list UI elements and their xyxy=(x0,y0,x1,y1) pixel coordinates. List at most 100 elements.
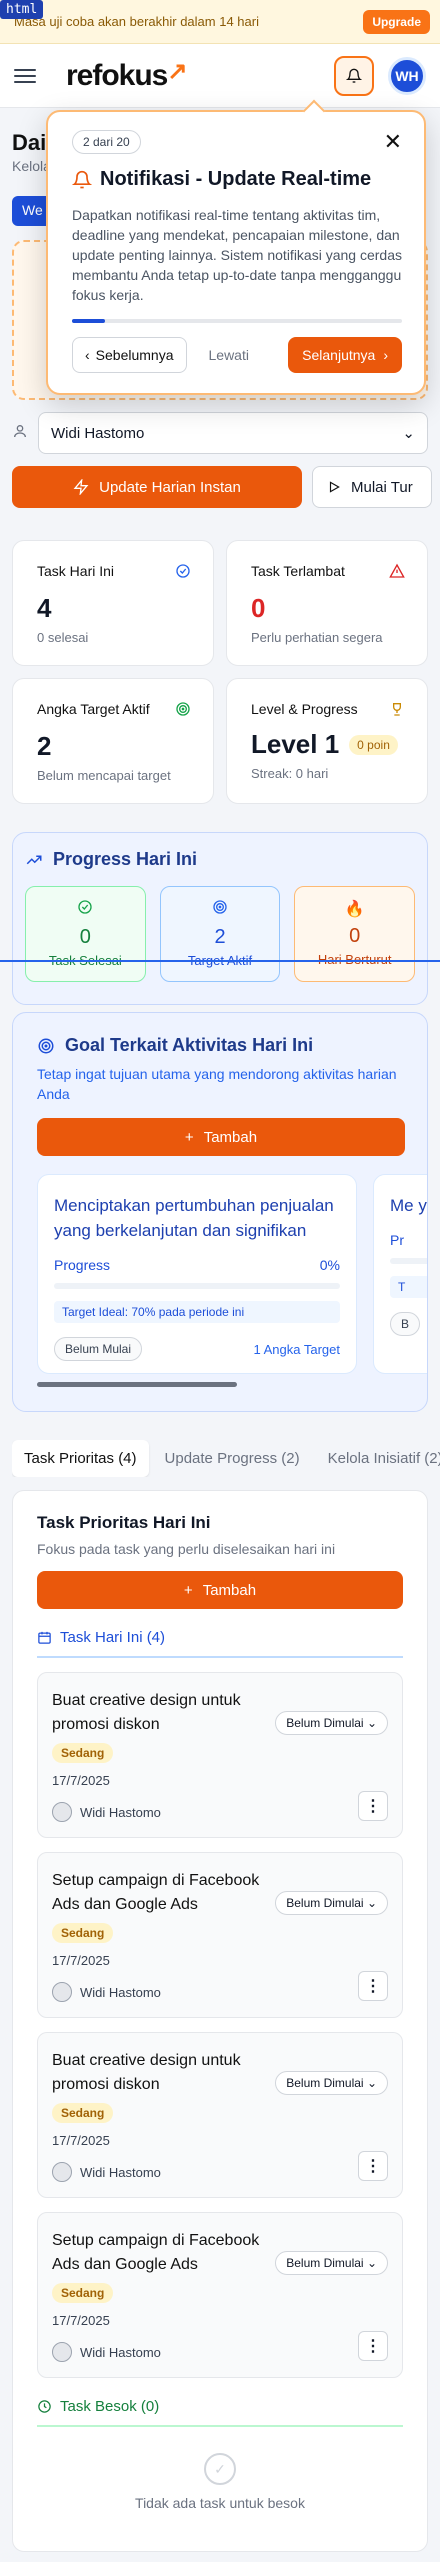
tomorrow-tasks-header: Task Besok (0) xyxy=(37,2398,403,2427)
target-icon xyxy=(38,1038,54,1053)
check-circle-icon xyxy=(175,563,191,584)
tour-popover: 2 dari 20 ✕ Notifikasi - Update Real-tim… xyxy=(46,99,426,395)
start-tour-button[interactable]: Mulai Tur xyxy=(312,466,432,508)
progress-active-targets: 2 Target Aktif xyxy=(159,886,281,982)
more-options-icon[interactable]: ⋮ xyxy=(358,2151,388,2181)
popover-title: Notifikasi - Update Real-time xyxy=(100,168,372,190)
clock-icon xyxy=(38,2400,51,2413)
skip-button[interactable]: Lewati xyxy=(197,347,261,363)
stat-value: 0 xyxy=(251,593,266,623)
stat-card-active-targets: Angka Target Aktif 2 Belum mencapai targ… xyxy=(12,678,214,804)
progress-completed: 0 Task Selesai xyxy=(25,886,146,982)
bell-icon xyxy=(72,170,92,188)
popover-description: Dapatkan notifikasi real-time tentang ak… xyxy=(72,207,402,303)
goals-subtitle: Tetap ingat tujuan utama yang mendorong … xyxy=(37,1066,397,1102)
stat-value: Level 1 xyxy=(251,729,340,759)
menu-icon[interactable] xyxy=(14,68,36,83)
tab-manage-initiatives[interactable]: Kelola Inisiatif (2) xyxy=(316,1440,440,1477)
stat-card-level: Level & Progress Level 1 0 poin Streak: … xyxy=(226,678,428,804)
avatar xyxy=(52,2342,72,2362)
logo-arrow-icon: ↗ xyxy=(167,57,187,85)
play-icon xyxy=(329,481,340,493)
target-icon xyxy=(175,701,191,722)
chevron-down-icon: ⌄ xyxy=(366,2076,377,2090)
tab-update-progress[interactable]: Update Progress (2) xyxy=(153,1440,312,1477)
avatar xyxy=(52,1802,72,1822)
priority-tasks-panel: Task Prioritas Hari Ini Fokus pada task … xyxy=(12,1490,428,2552)
chevron-down-icon: ⌄ xyxy=(366,1896,377,1910)
calendar-icon xyxy=(38,1631,51,1644)
priority-badge: Sedang xyxy=(52,2283,114,2303)
more-options-icon[interactable]: ⋮ xyxy=(358,2331,388,2361)
upgrade-button[interactable]: Upgrade xyxy=(363,9,430,34)
goals-card: Goal Terkait Aktivitas Hari Ini Tetap in… xyxy=(12,1012,428,1412)
progress-today-card: Progress Hari Ini 0 Task Selesai 2 Targe… xyxy=(12,832,428,1005)
next-button[interactable]: Selanjutnya › xyxy=(288,337,402,373)
user-filter: Widi Hastomo ⌄ xyxy=(12,412,428,454)
priority-badge: Sedang xyxy=(52,1923,114,1943)
tour-progress-fill xyxy=(72,319,105,323)
more-options-icon[interactable]: ⋮ xyxy=(358,1971,388,2001)
trend-up-icon xyxy=(26,855,42,864)
previous-button[interactable]: ‹ Sebelumnya xyxy=(72,337,187,373)
plus-icon: + xyxy=(183,1581,193,1599)
progress-streak: 🔥 0 Hari Berturut xyxy=(294,886,416,982)
points-badge: 0 poin xyxy=(349,734,398,755)
task-item[interactable]: Setup campaign di Facebook Ads dan Googl… xyxy=(37,1852,403,2018)
warning-icon xyxy=(389,563,405,584)
status-dropdown[interactable]: Belum Dimulai ⌄ xyxy=(275,1891,388,1915)
lightning-icon xyxy=(73,479,89,495)
goal-card-item[interactable]: Menciptakan pertumbuhan penjualan yang b… xyxy=(37,1174,357,1374)
tab-priority-tasks[interactable]: Task Prioritas (4) xyxy=(12,1440,149,1477)
chevron-left-icon: ‹ xyxy=(85,347,90,363)
target-icon xyxy=(213,900,227,914)
today-tasks-header: Task Hari Ini (4) xyxy=(37,1629,403,1658)
horizontal-scrollbar[interactable] xyxy=(37,1382,237,1387)
avatar xyxy=(52,2162,72,2182)
goal-progress-bar xyxy=(54,1283,340,1289)
divider-line xyxy=(0,960,440,962)
tour-progress-bar xyxy=(72,319,402,323)
trophy-icon xyxy=(389,701,405,722)
goal-status-badge: Belum Mulai xyxy=(54,1337,143,1361)
add-task-button[interactable]: + Tambah xyxy=(37,1571,403,1609)
chevron-down-icon: ⌄ xyxy=(402,425,415,442)
status-dropdown[interactable]: Belum Dimulai ⌄ xyxy=(275,2251,388,2275)
status-dropdown[interactable]: Belum Dimulai ⌄ xyxy=(275,1711,388,1735)
tour-step-counter: 2 dari 20 xyxy=(72,130,141,154)
status-dropdown[interactable]: Belum Dimulai ⌄ xyxy=(275,2071,388,2095)
trial-text: Masa uji coba akan berakhir dalam 14 har… xyxy=(14,14,259,29)
stat-card-today-tasks: Task Hari Ini 4 0 selesai xyxy=(12,540,214,666)
chevron-right-icon: › xyxy=(383,347,388,363)
close-icon[interactable]: ✕ xyxy=(384,131,402,153)
goal-card-item[interactable]: Me ya Pr T B xyxy=(373,1174,427,1374)
empty-state: ✓ Tidak ada task untuk besok xyxy=(37,2453,403,2511)
task-item[interactable]: Buat creative design untuk promosi disko… xyxy=(37,2032,403,2198)
task-tabs: Task Prioritas (4) Update Progress (2) K… xyxy=(12,1440,440,1477)
task-item[interactable]: Setup campaign di Facebook Ads dan Googl… xyxy=(37,2212,403,2378)
avatar xyxy=(52,1982,72,2002)
flame-icon: 🔥 xyxy=(344,901,365,918)
user-avatar[interactable]: WH xyxy=(388,56,426,95)
user-select[interactable]: Widi Hastomo ⌄ xyxy=(38,412,428,454)
more-options-icon[interactable]: ⋮ xyxy=(358,1791,388,1821)
plus-icon: + xyxy=(184,1128,194,1146)
add-goal-button[interactable]: + Tambah xyxy=(37,1118,405,1156)
top-header: refokus↗ WH xyxy=(0,44,440,108)
user-icon xyxy=(12,423,32,444)
check-circle-icon xyxy=(78,900,92,914)
stat-value: 4 xyxy=(37,593,52,623)
task-item[interactable]: Buat creative design untuk promosi disko… xyxy=(37,1672,403,1838)
notification-button[interactable] xyxy=(334,55,374,96)
instant-update-button[interactable]: Update Harian Instan xyxy=(12,466,302,508)
html-badge: html xyxy=(0,0,44,19)
logo[interactable]: refokus↗ xyxy=(66,57,334,93)
stat-value: 2 xyxy=(37,731,52,761)
priority-badge: Sedang xyxy=(52,1743,114,1763)
chevron-down-icon: ⌄ xyxy=(366,1716,377,1730)
check-circle-icon: ✓ xyxy=(204,2453,236,2485)
bell-icon xyxy=(346,68,362,83)
trial-banner: Masa uji coba akan berakhir dalam 14 har… xyxy=(0,0,440,44)
chevron-down-icon: ⌄ xyxy=(366,2256,377,2270)
priority-badge: Sedang xyxy=(52,2103,114,2123)
